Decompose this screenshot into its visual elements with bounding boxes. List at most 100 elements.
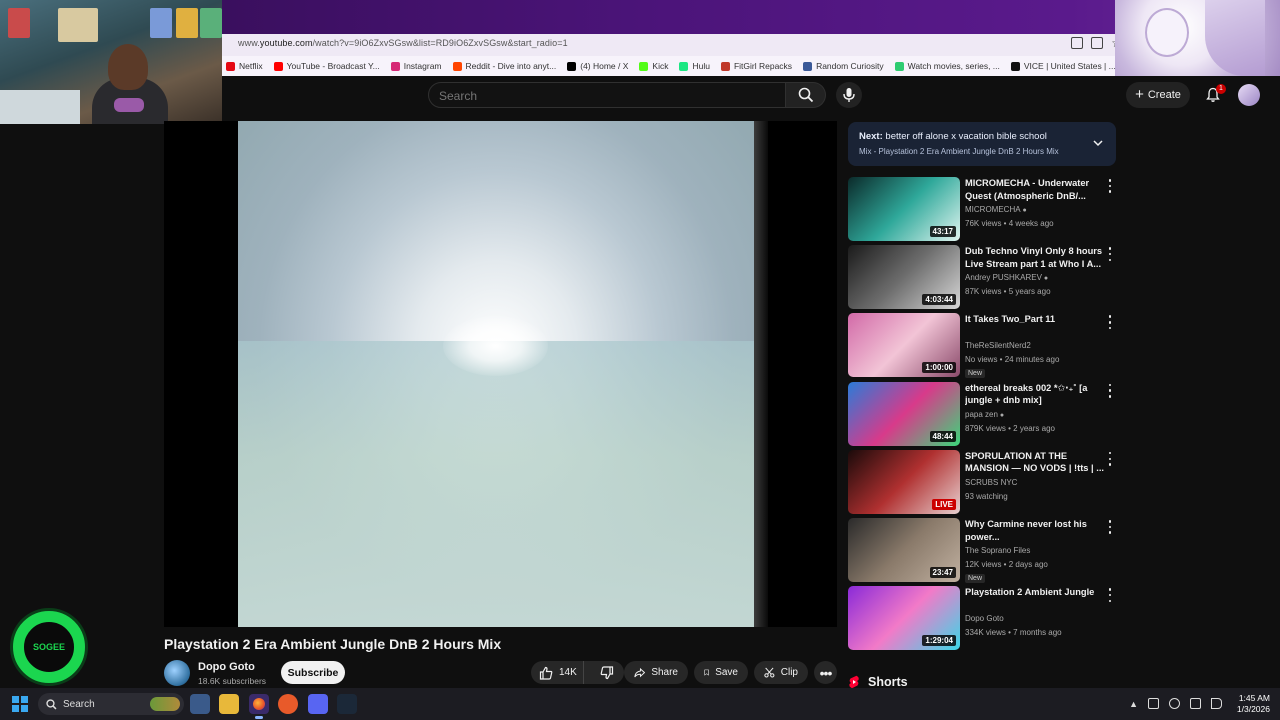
recommendation-title[interactable]: Playstation 2 Ambient Jungle [965,586,1105,611]
recommendation-channel[interactable]: The Soprano Files [965,546,1030,555]
video-thumbnail[interactable]: 23:47 [848,518,960,582]
voice-search-button[interactable] [836,82,862,108]
share-label: Share [651,667,678,678]
firefox-icon[interactable] [249,694,269,714]
recommendation-channel[interactable]: Andrey PUSHKAREV ● [965,273,1048,282]
bookmark-label: Netflix [239,61,263,71]
recommendation-title[interactable]: Dub Techno Vinyl Only 8 hours Live Strea… [965,245,1105,270]
bookmark-label: Reddit - Dive into anyt... [465,61,557,71]
sogee-logo: SOGEE [10,608,88,686]
video-thumbnail[interactable]: 4:03:44 [848,245,960,310]
video-thumbnail[interactable]: 43:17 [848,177,960,241]
steam-icon[interactable] [337,694,357,714]
recommendation-channel[interactable]: Dopo Goto [965,614,1004,623]
chevron-up-icon[interactable]: ▲ [1129,699,1138,709]
video-thumbnail[interactable]: 48:44 [848,381,960,446]
photos-app-icon[interactable] [190,694,210,714]
channel-label: The Soprano Files [965,546,1031,555]
like-button[interactable]: 14K [531,661,584,684]
bookmark-item[interactable]: YouTube - Broadcast Y... [273,61,380,71]
bookmark-item[interactable]: Reddit - Dive into anyt... [452,61,557,71]
taskbar-search[interactable]: Search [38,693,184,715]
video-duration: 1:29:04 [922,635,956,647]
more-vertical-icon[interactable] [1106,383,1114,398]
system-tray: ▲ [1129,698,1222,709]
recommendation-item[interactable]: 4:03:44 Dub Techno Vinyl Only 8 hours Liv… [848,245,1116,310]
verified-icon: ● [1041,275,1049,283]
more-actions-button[interactable]: ••• [814,661,837,684]
discord-icon[interactable] [308,694,328,714]
bookmark-label: FitGirl Repacks [733,61,793,71]
more-vertical-icon[interactable] [1106,588,1114,603]
search-button[interactable] [786,82,826,108]
notification-badge: 1 [1216,84,1226,94]
verified-icon: ● [997,411,1005,419]
bookmark-item[interactable]: Instagram [390,61,442,71]
channel-avatar[interactable] [164,660,190,686]
save-button[interactable]: Save [694,661,748,684]
bookmark-item[interactable]: Watch movies, series, ... [894,61,1000,71]
video-duration: 43:17 [929,226,956,237]
next-up-card[interactable]: Next: better off alone x vacation bible … [848,122,1116,166]
video-player[interactable] [164,121,837,627]
more-vertical-icon[interactable] [1106,179,1114,193]
bookmark-item[interactable]: FitGirl Repacks [720,61,793,71]
bookmark-item[interactable]: Kick [639,61,668,71]
bookmark-item[interactable]: Random Curiosity [803,61,884,71]
reader-view-icon[interactable] [1091,37,1104,49]
recommendation-item[interactable]: 1:00:00 It Takes Two_Part 11 TheReSilentNe… [848,313,1116,379]
recommendation-channel[interactable]: SCRUBS NYC [965,478,1017,487]
bookmark-label: Hulu [692,61,710,71]
recommendation-title[interactable]: ethereal breaks 002 *✩‧₊˚ [a jungle + dn… [965,382,1105,407]
dislike-button[interactable] [590,661,624,684]
channel-name[interactable]: Dopo Goto [198,661,255,673]
microphone-tray-icon[interactable] [1169,698,1180,709]
account-avatar[interactable] [1238,84,1260,106]
recommendation-channel[interactable]: MICROMECHA ● [965,205,1027,214]
recommendation-item[interactable]: 23:47 Why Carmine never lost his power...… [848,518,1116,583]
video-thumbnail[interactable]: 1:29:04 [848,586,960,651]
screenshot-icon[interactable] [1071,37,1084,49]
recommendation-channel[interactable]: papa zen ● [965,410,1004,419]
video-thumbnail[interactable]: 1:00:00 [848,313,960,378]
video-duration: 48:44 [929,430,956,442]
more-vertical-icon[interactable] [1106,315,1114,330]
url-text[interactable]: www.youtube.com/watch?v=9iO6ZxvSGsw&list… [238,38,568,48]
recommendation-item[interactable]: LIVE SPORULATION AT THE MANSION — NO VODS… [848,449,1116,514]
recommendation-item[interactable]: 43:17 MICROMECHA - Underwater Quest (Atmo… [848,177,1116,241]
recommendation-title[interactable]: SPORULATION AT THE MANSION — NO VODS | !… [965,450,1105,475]
network-icon[interactable] [1190,698,1201,709]
clip-button[interactable]: Clip [754,661,808,684]
like-count: 14K [559,667,577,678]
search-input[interactable] [439,89,739,103]
share-button[interactable]: Share [624,661,688,684]
more-vertical-icon[interactable] [1106,520,1114,534]
shorts-icon [849,675,859,689]
recommendation-title[interactable]: Why Carmine never lost his power... [965,518,1105,543]
chevron-down-icon[interactable] [1092,137,1104,149]
video-thumbnail[interactable]: LIVE [848,449,960,514]
windows-start-icon[interactable] [12,696,28,712]
streamlabs-icon[interactable] [278,694,298,714]
system-clock[interactable]: 1:45 AM 1/3/2026 [1237,693,1270,715]
create-button[interactable]: + Create [1126,82,1190,108]
file-explorer-icon[interactable] [219,694,239,714]
like-dislike-group: 14K [531,661,624,684]
bookmark-item[interactable]: Netflix [226,61,263,71]
plus-icon: + [1135,86,1144,103]
bookmark-item[interactable]: VICE | United States | ... [1010,61,1116,71]
recommendation-item[interactable]: 1:29:04 Playstation 2 Ambient Jungle Dopo … [848,586,1116,651]
sync-icon[interactable] [1148,698,1159,709]
recommendation-title[interactable]: It Takes Two_Part 11 [965,313,1105,338]
search-box[interactable] [428,82,786,108]
recommendation-channel[interactable]: TheReSilentNerd2 [965,341,1031,350]
video-duration: 4:03:44 [922,294,956,306]
more-vertical-icon[interactable] [1106,247,1114,262]
bookmark-item[interactable]: Hulu [679,61,710,71]
bookmark-item[interactable]: (4) Home / X [567,61,628,71]
volume-icon[interactable] [1211,698,1222,709]
recommendation-title[interactable]: MICROMECHA - Underwater Quest (Atmospher… [965,177,1105,202]
recommendation-item[interactable]: 48:44 ethereal breaks 002 *✩‧₊˚ [a jungle… [848,381,1116,446]
subscribe-button[interactable]: Subscribe [281,661,345,684]
more-vertical-icon[interactable] [1106,451,1114,466]
